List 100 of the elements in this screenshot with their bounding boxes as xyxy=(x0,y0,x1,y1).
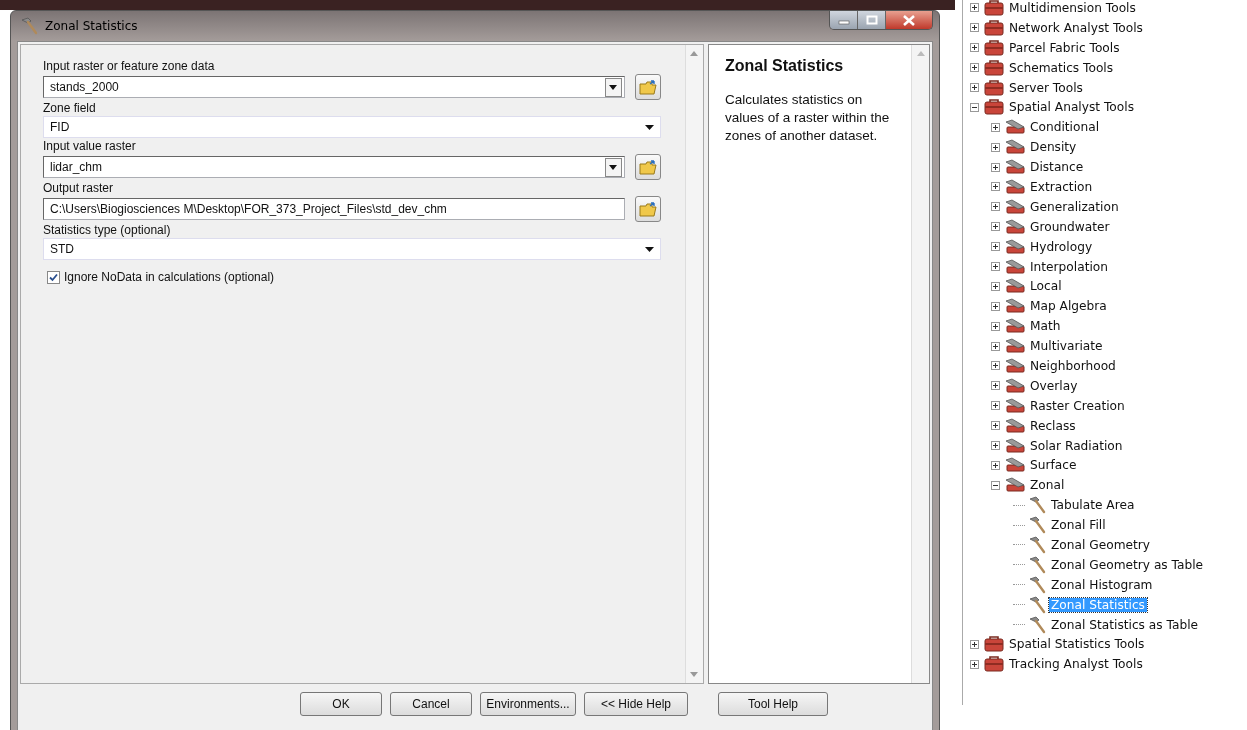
toolbox-icon xyxy=(983,0,1005,17)
tree-item[interactable]: Spatial Statistics Tools xyxy=(1007,637,1147,652)
expand-icon[interactable] xyxy=(970,3,979,13)
checkbox-label: Ignore NoData in calculations (optional) xyxy=(64,270,275,284)
tree-item[interactable]: Map Algebra xyxy=(1028,299,1109,314)
dialog-button[interactable]: Cancel xyxy=(390,692,472,716)
expand-icon[interactable] xyxy=(991,301,1000,311)
tree-item[interactable]: Overlay xyxy=(1028,378,1080,393)
tree-item[interactable]: Hydrology xyxy=(1028,239,1095,254)
expand-icon[interactable] xyxy=(991,142,1000,152)
expand-icon[interactable] xyxy=(970,659,979,669)
expand-icon[interactable] xyxy=(991,202,1000,212)
tree-item[interactable]: Conditional xyxy=(1028,120,1101,135)
tree-item[interactable]: Interpolation xyxy=(1028,259,1110,274)
tree-item[interactable]: Groundwater xyxy=(1028,219,1112,234)
tree-item[interactable]: Zonal xyxy=(1028,478,1067,493)
scroll-up-icon[interactable] xyxy=(690,51,699,56)
expand-icon[interactable] xyxy=(970,63,979,73)
dropdown-arrow-icon xyxy=(644,246,654,252)
tree-item[interactable]: Network Analyst Tools xyxy=(1007,20,1145,35)
toolset-icon xyxy=(1004,217,1026,236)
tree-item[interactable]: Tracking Analyst Tools xyxy=(1007,657,1145,672)
tree-item[interactable]: Math xyxy=(1028,319,1063,334)
tree-item[interactable]: Tabulate Area xyxy=(1049,498,1137,513)
expand-icon[interactable] xyxy=(991,222,1000,232)
expand-icon[interactable] xyxy=(991,281,1000,291)
expand-icon[interactable] xyxy=(991,361,1000,371)
tree-item[interactable]: Schematics Tools xyxy=(1007,60,1116,75)
tree-item[interactable]: Zonal Statistics as Table xyxy=(1049,617,1201,632)
expand-icon[interactable] xyxy=(991,262,1000,271)
tree-item[interactable]: Zonal Geometry xyxy=(1049,538,1153,552)
tree-item[interactable]: Raster Creation xyxy=(1028,398,1127,413)
expand-icon[interactable] xyxy=(991,162,1000,172)
expand-icon[interactable] xyxy=(991,421,1000,431)
toolset-icon xyxy=(1004,257,1026,276)
expand-icon[interactable] xyxy=(991,242,1000,252)
browse-button[interactable] xyxy=(634,196,661,222)
tree-item[interactable]: Local xyxy=(1028,279,1064,294)
dropdown-button[interactable] xyxy=(604,157,622,177)
expand-icon[interactable] xyxy=(970,83,979,92)
tree-item[interactable]: Solar Radiation xyxy=(1028,438,1125,453)
tree-item[interactable]: Parcel Fabric Tools xyxy=(1007,40,1122,55)
dropdown-field[interactable]: STD xyxy=(43,238,661,260)
tree-item[interactable]: Neighborhood xyxy=(1028,358,1118,373)
dropdown-button[interactable] xyxy=(604,77,622,97)
tree-item[interactable]: Multidimension Tools xyxy=(1007,0,1138,15)
dropdown-field[interactable]: FID xyxy=(43,116,661,138)
browse-button[interactable] xyxy=(634,154,661,180)
toolbox-icon xyxy=(983,78,1005,97)
browse-button[interactable] xyxy=(634,74,661,100)
toolset-icon xyxy=(1004,118,1026,137)
window-title: Zonal Statistics xyxy=(45,19,138,33)
expand-icon[interactable] xyxy=(970,43,979,53)
scrollbar[interactable] xyxy=(684,45,703,683)
tree-item[interactable]: Zonal Fill xyxy=(1049,518,1108,533)
dialog-button[interactable]: Tool Help xyxy=(718,692,828,716)
tree-item[interactable]: Generalization xyxy=(1028,199,1121,214)
collapse-icon[interactable] xyxy=(991,480,1000,490)
expand-icon[interactable] xyxy=(991,381,1000,391)
combo-field[interactable]: lidar_chm xyxy=(43,156,625,178)
tree-item[interactable]: Spatial Analyst Tools xyxy=(1007,100,1136,115)
dialog-button[interactable]: Environments... xyxy=(480,692,576,716)
dialog-button[interactable]: << Hide Help xyxy=(584,692,688,716)
combo-field[interactable]: stands_2000 xyxy=(43,76,625,98)
maximize-button[interactable] xyxy=(857,11,885,29)
tree-item[interactable]: Multivariate xyxy=(1028,339,1105,354)
input-field[interactable]: C:\Users\Biogiosciences M\Desktop\FOR_373_Project_Files\std_dev_chm xyxy=(43,198,625,220)
tree-item[interactable]: Server Tools xyxy=(1007,80,1085,95)
toolbox-icon xyxy=(983,655,1005,674)
expand-icon[interactable] xyxy=(991,460,1000,470)
tree-item[interactable]: Zonal Histogram xyxy=(1049,577,1155,592)
parameter-label: Input raster or feature zone data xyxy=(43,59,216,74)
scroll-down-icon[interactable] xyxy=(690,672,699,677)
hammer-icon xyxy=(1027,555,1047,574)
collapse-icon[interactable] xyxy=(970,102,979,112)
tree-item[interactable]: Density xyxy=(1028,140,1079,155)
expand-icon[interactable] xyxy=(970,23,979,33)
tree-item[interactable]: Surface xyxy=(1028,458,1079,473)
toolset-icon xyxy=(1004,138,1026,157)
expand-icon[interactable] xyxy=(991,441,1000,451)
expand-icon[interactable] xyxy=(991,182,1000,192)
checkbox[interactable] xyxy=(47,270,60,284)
dialog-button[interactable]: OK xyxy=(300,692,382,716)
toolbox-icon xyxy=(983,38,1005,57)
help-description: Calculates statistics on values of a raster within the zones of another dataset. xyxy=(724,91,891,145)
expand-icon[interactable] xyxy=(970,639,979,649)
expand-icon[interactable] xyxy=(991,401,1000,411)
tree-item[interactable]: Distance xyxy=(1028,160,1086,175)
tree-item[interactable]: Extraction xyxy=(1028,179,1095,194)
toolset-icon xyxy=(1004,297,1026,316)
dropdown-arrow-icon xyxy=(644,124,654,130)
expand-icon[interactable] xyxy=(991,122,1000,132)
expand-icon[interactable] xyxy=(991,341,1000,351)
tree-item[interactable]: Zonal Geometry as Table xyxy=(1049,557,1206,572)
close-button[interactable] xyxy=(885,11,932,29)
toolset-icon xyxy=(1004,416,1026,435)
tree-item[interactable]: Reclass xyxy=(1028,418,1078,433)
scrollbar[interactable] xyxy=(911,45,929,683)
toolbox-icon xyxy=(983,58,1005,77)
expand-icon[interactable] xyxy=(991,321,1000,331)
